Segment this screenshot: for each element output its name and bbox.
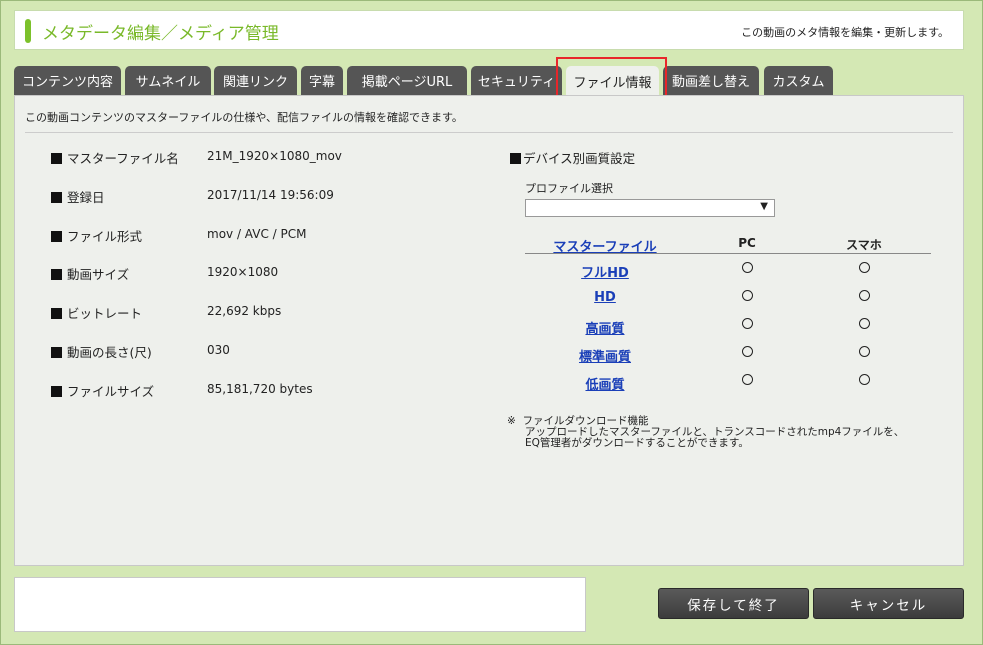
info-label-file-size: ファイルサイズ <box>51 381 154 400</box>
note-mark: ※ <box>507 415 516 427</box>
quality-link-standard[interactable]: 標準画質 <box>525 346 685 365</box>
info-label-registered: 登録日 <box>51 187 105 206</box>
save-and-close-button[interactable]: 保存して終了 <box>658 588 809 619</box>
download-note: ※ ファイルダウンロード機能 アップロードしたマスターファイルと、トランスコード… <box>507 416 904 449</box>
info-value-format: mov / AVC / PCM <box>207 227 307 241</box>
dropdown-arrow-icon: ▼ <box>760 201 768 212</box>
info-label-video-size: 動画サイズ <box>51 264 129 283</box>
radio-hd-pc[interactable] <box>741 290 753 301</box>
page-header: メタデータ編集／メディア管理 この動画のメタ情報を編集・更新します。 <box>14 10 964 50</box>
column-smartphone: スマホ <box>846 238 882 252</box>
radio-standard-smartphone[interactable] <box>858 346 870 357</box>
panel-divider <box>25 132 953 133</box>
radio-high-pc[interactable] <box>741 318 753 329</box>
profile-select-label: プロファイル選択 <box>525 182 613 195</box>
square-bullet-icon <box>510 153 521 164</box>
square-bullet-icon <box>51 386 62 397</box>
radio-hd-smartphone[interactable] <box>858 290 870 301</box>
square-bullet-icon <box>51 269 62 280</box>
column-pc: PC <box>738 236 756 250</box>
info-label-format: ファイル形式 <box>51 226 142 245</box>
info-label-duration: 動画の長さ(尺) <box>51 342 152 361</box>
square-bullet-icon <box>51 308 62 319</box>
page-title: メタデータ編集／メディア管理 <box>42 24 279 44</box>
quality-link-high[interactable]: 高画質 <box>525 318 685 337</box>
quality-table: マスターファイル PC スマホ フルHD HD 高画質 標準画質 低画質 <box>525 232 931 394</box>
quality-row-hd: HD <box>525 282 931 310</box>
quality-link-low[interactable]: 低画質 <box>525 374 685 393</box>
quality-row-low: 低画質 <box>525 366 931 394</box>
quality-table-header: マスターファイル PC スマホ <box>525 232 931 255</box>
square-bullet-icon <box>51 231 62 242</box>
square-bullet-icon <box>51 347 62 358</box>
profile-select[interactable]: ▼ <box>525 199 775 217</box>
info-label-master-file: マスターファイル名 <box>51 148 179 167</box>
tab-related-links[interactable]: 関連リンク <box>214 66 297 95</box>
quality-row-high: 高画質 <box>525 310 931 338</box>
radio-fullhd-pc[interactable] <box>741 262 753 273</box>
message-area <box>14 577 586 632</box>
info-label-bitrate: ビットレート <box>51 303 142 322</box>
info-value-file-size: 85,181,720 bytes <box>207 382 313 396</box>
tab-page-url[interactable]: 掲載ページURL <box>347 66 467 95</box>
tab-thumbnail[interactable]: サムネイル <box>125 66 211 95</box>
info-value-master-file: 21M_1920×1080_mov <box>207 149 342 163</box>
quality-link-fullhd[interactable]: フルHD <box>525 262 685 281</box>
master-file-link[interactable]: マスターファイル <box>525 236 685 255</box>
radio-low-smartphone[interactable] <box>858 374 870 385</box>
panel-intro: この動画コンテンツのマスターファイルの仕様や、配信ファイルの情報を確認できます。 <box>25 111 463 124</box>
info-value-duration: 030 <box>207 343 230 357</box>
square-bullet-icon <box>51 192 62 203</box>
note-line2: EQ管理者がダウンロードすることができます。 <box>525 437 749 449</box>
device-quality-title: デバイス別画質設定 <box>510 148 635 167</box>
tab-video-replace[interactable]: 動画差し替え <box>663 66 759 95</box>
radio-standard-pc[interactable] <box>741 346 753 357</box>
quality-row-fullhd: フルHD <box>525 254 931 282</box>
file-info-panel: この動画コンテンツのマスターファイルの仕様や、配信ファイルの情報を確認できます。… <box>14 95 964 566</box>
radio-low-pc[interactable] <box>741 374 753 385</box>
quality-link-hd[interactable]: HD <box>525 290 685 305</box>
tab-file-info[interactable]: ファイル情報 <box>566 66 659 96</box>
radio-high-smartphone[interactable] <box>858 318 870 329</box>
page-description: この動画のメタ情報を編集・更新します。 <box>741 26 949 39</box>
tab-security[interactable]: セキュリティ <box>471 66 562 95</box>
header-accent-bar <box>25 19 31 43</box>
info-value-video-size: 1920×1080 <box>207 265 279 279</box>
info-value-bitrate: 22,692 kbps <box>207 304 282 318</box>
quality-row-standard: 標準画質 <box>525 338 931 366</box>
cancel-button[interactable]: キャンセル <box>813 588 964 619</box>
square-bullet-icon <box>51 153 62 164</box>
radio-fullhd-smartphone[interactable] <box>858 262 870 273</box>
tab-content[interactable]: コンテンツ内容 <box>14 66 121 95</box>
tab-subtitles[interactable]: 字幕 <box>301 66 343 95</box>
info-value-registered: 2017/11/14 19:56:09 <box>207 188 334 202</box>
tab-custom[interactable]: カスタム <box>764 66 833 95</box>
